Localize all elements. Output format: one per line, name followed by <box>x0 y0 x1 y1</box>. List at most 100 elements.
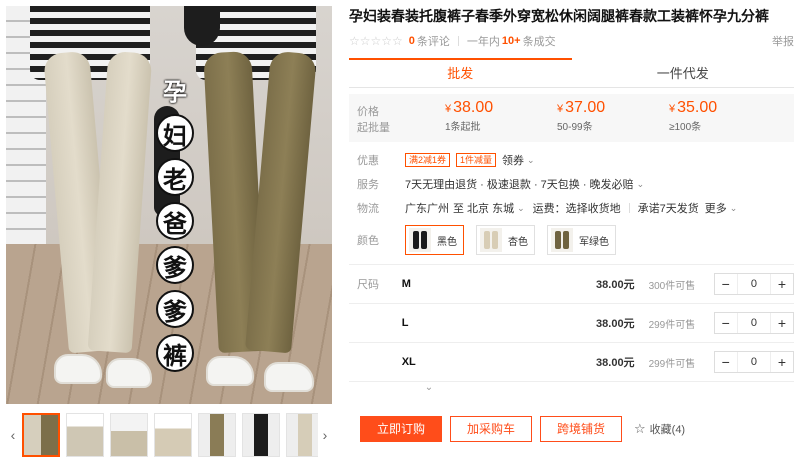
purchase-mode-tabs: 批发 一件代发 <box>349 58 794 88</box>
color-option-black[interactable]: 黑色 <box>405 225 464 255</box>
minus-button[interactable]: − <box>715 313 737 333</box>
thumbnail-strip: ‹ › <box>6 412 332 458</box>
color-name: 黑色 <box>437 236 457 248</box>
overlay-char: 妇 <box>156 114 194 152</box>
get-coupon-link[interactable]: 领券 <box>502 152 524 168</box>
promo-tag[interactable]: 满2减1券 <box>405 153 451 167</box>
size-name: L <box>401 317 409 329</box>
quantity-stepper: − 0 + <box>713 312 794 334</box>
minus-button[interactable]: − <box>715 274 737 294</box>
price-tier: ¥38.00 1条起批 <box>445 94 557 142</box>
sold-count: 10+ <box>501 35 521 47</box>
promo-row: 优惠 满2减1券 1件减量 领券 ⌄ <box>349 148 794 172</box>
overlay-char: 爹 <box>156 290 194 328</box>
promo-tag[interactable]: 1件减量 <box>456 153 497 167</box>
size-label: 尺码 <box>357 279 379 291</box>
table-row: 尺码 M 38.00元 300件可售 − 0 + <box>349 265 794 304</box>
thumbnail[interactable] <box>22 413 60 457</box>
more-link[interactable]: 更多 <box>705 200 727 216</box>
chevron-down-icon[interactable]: ⌄ <box>527 155 535 166</box>
overlay-char: 老 <box>156 158 194 196</box>
color-row: 颜色 黑色 杏色 军绿色 <box>349 222 794 258</box>
shipping-fee: 运费：选择收货地 <box>532 203 621 215</box>
size-stock: 300件可售 <box>648 280 696 292</box>
chevron-down-icon[interactable]: ⌄ <box>517 203 525 214</box>
swatch-image <box>409 228 431 252</box>
color-name: 杏色 <box>508 236 528 248</box>
chevron-down-icon[interactable]: ⌄ <box>637 179 645 190</box>
size-stock: 299件可售 <box>648 319 696 331</box>
ship-to-select[interactable]: 至 北京 东城 <box>453 200 514 216</box>
order-now-button[interactable]: 立即订购 <box>360 416 442 442</box>
add-to-cart-button[interactable]: 加采购车 <box>450 416 532 442</box>
favorite-label: 收藏(4) <box>649 424 686 436</box>
quantity-input[interactable]: 0 <box>736 274 771 294</box>
size-name: XL <box>401 356 416 368</box>
quantity-input[interactable]: 0 <box>736 313 771 333</box>
action-bar: 立即订购 加采购车 跨境铺货 ☆ 收藏(4) <box>360 416 685 442</box>
rating-count[interactable]: 0 <box>409 35 415 47</box>
thumbnail[interactable] <box>110 413 148 457</box>
thumb-next-icon[interactable]: › <box>318 413 332 457</box>
price-tier: ¥37.00 50-99条 <box>557 94 669 142</box>
thumbnail[interactable] <box>198 413 236 457</box>
color-option-army-green[interactable]: 军绿色 <box>547 225 616 255</box>
rating-row: ☆☆☆☆☆ 0 条评论 一年内 10+ 条成交 举报 <box>349 30 794 52</box>
price-value: 38.00 <box>453 99 494 116</box>
plus-button[interactable]: + <box>771 352 793 372</box>
favorite-button[interactable]: ☆ 收藏(4) <box>634 421 685 437</box>
tab-dropship[interactable]: 一件代发 <box>572 58 795 87</box>
price-value: 35.00 <box>677 99 718 116</box>
swatch-image <box>480 228 502 252</box>
logistics-label: 物流 <box>357 203 379 215</box>
thumb-prev-icon[interactable]: ‹ <box>6 413 20 457</box>
promo-label: 优惠 <box>357 155 379 167</box>
thumbnail[interactable] <box>286 413 318 457</box>
star-icon: ☆ <box>634 421 646 436</box>
color-label: 颜色 <box>357 235 379 247</box>
tab-wholesale[interactable]: 批发 <box>349 58 572 87</box>
logistics-row: 物流 广东广州 至 北京 东城 ⌄ 运费：选择收货地 承诺7天发货 更多 ⌄ <box>349 196 794 220</box>
sold-prefix: 一年内 <box>466 36 500 48</box>
thumbnail[interactable] <box>66 413 104 457</box>
overlay-char: 裤 <box>156 334 194 372</box>
plus-button[interactable]: + <box>771 313 793 333</box>
price-tier: ¥35.00 ≥100条 <box>669 94 781 142</box>
thumbnail[interactable] <box>242 413 280 457</box>
swatch-image <box>551 228 573 252</box>
size-name: M <box>401 278 411 290</box>
quantity-input[interactable]: 0 <box>736 352 771 372</box>
quantity-stepper: − 0 + <box>713 273 794 295</box>
ship-from: 广东广州 <box>405 203 449 215</box>
expand-chevron-icon[interactable]: ⌄ <box>409 382 449 396</box>
size-stock: 299件可售 <box>648 358 696 370</box>
thumbnail[interactable] <box>154 413 192 457</box>
report-link[interactable]: 举报 <box>772 33 794 49</box>
color-option-apricot[interactable]: 杏色 <box>476 225 535 255</box>
price-value: 37.00 <box>565 99 606 116</box>
size-table: 尺码 M 38.00元 300件可售 − 0 + L 38.00元 299件可售… <box>349 264 794 382</box>
main-product-image[interactable]: 孕 妇 老 爸 爹 爹 裤 <box>6 6 332 404</box>
overlay-char: 爹 <box>156 246 194 284</box>
overlay-char: 爸 <box>156 202 194 240</box>
size-price: 38.00元 <box>596 318 635 330</box>
minus-button[interactable]: − <box>715 352 737 372</box>
quantity-stepper: − 0 + <box>713 351 794 373</box>
min-qty-label: 起批量 <box>357 122 390 134</box>
plus-button[interactable]: + <box>771 274 793 294</box>
sold-suffix: 条成交 <box>522 36 556 48</box>
price-qty: ≥100条 <box>669 122 702 133</box>
price-qty: 50-99条 <box>557 122 593 133</box>
rating-text[interactable]: 条评论 <box>417 33 450 49</box>
product-info-panel: 孕妇装春装托腹裤子春季外穿宽松休闲阔腿裤春款工装裤怀孕九分裤 ☆☆☆☆☆ 0 条… <box>349 6 794 396</box>
service-text[interactable]: 7天无理由退货 · 极速退款 · 7天包换 · 晚发必赔 <box>405 176 634 192</box>
color-name: 军绿色 <box>579 236 609 248</box>
size-price: 38.00元 <box>596 279 635 291</box>
product-title: 孕妇装春装托腹裤子春季外穿宽松休闲阔腿裤春款工装裤怀孕九分裤 <box>349 8 769 24</box>
cross-border-button[interactable]: 跨境铺货 <box>540 416 622 442</box>
table-row: L 38.00元 299件可售 − 0 + <box>349 304 794 343</box>
size-price: 38.00元 <box>596 357 635 369</box>
rating-stars-icon: ☆☆☆☆☆ <box>349 34 403 48</box>
chevron-down-icon[interactable]: ⌄ <box>730 203 738 214</box>
service-label: 服务 <box>357 179 379 191</box>
